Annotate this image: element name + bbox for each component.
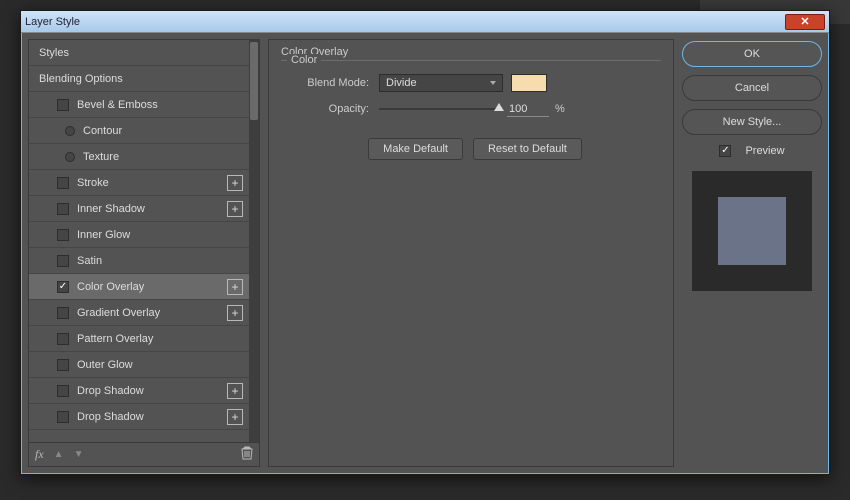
style-row-stroke[interactable]: Stroke + [29, 170, 249, 196]
style-label: Inner Glow [77, 229, 130, 241]
style-row-inner-shadow[interactable]: Inner Shadow + [29, 196, 249, 222]
group-legend: Color [287, 54, 321, 66]
color-swatch[interactable] [511, 74, 547, 92]
style-label: Color Overlay [77, 281, 144, 293]
close-button[interactable]: ✕ [785, 14, 825, 30]
scrollbar-thumb[interactable] [250, 42, 258, 120]
style-row-bevel-emboss[interactable]: Bevel & Emboss [29, 92, 249, 118]
preview-label: Preview [745, 145, 784, 157]
preview-swatch [718, 197, 786, 265]
style-row-inner-glow[interactable]: Inner Glow [29, 222, 249, 248]
style-checkbox[interactable] [57, 203, 69, 215]
style-label: Drop Shadow [77, 385, 144, 397]
add-effect-icon[interactable]: + [227, 279, 243, 295]
add-effect-icon[interactable]: + [227, 175, 243, 191]
style-label: Outer Glow [77, 359, 133, 371]
preview-toggle[interactable]: Preview [682, 145, 822, 157]
style-label: Styles [39, 47, 69, 59]
style-row-contour[interactable]: Contour [29, 118, 249, 144]
opacity-slider-thumb[interactable] [494, 103, 504, 111]
opacity-unit: % [555, 103, 565, 115]
style-row-gradient-overlay[interactable]: Gradient Overlay + [29, 300, 249, 326]
style-label: Contour [83, 125, 122, 137]
style-label: Stroke [77, 177, 109, 189]
move-up-icon[interactable]: ▲ [54, 449, 64, 460]
style-checkbox[interactable] [57, 281, 69, 293]
style-row-outer-glow[interactable]: Outer Glow [29, 352, 249, 378]
style-checkbox[interactable] [57, 411, 69, 423]
style-row-styles[interactable]: Styles [29, 40, 249, 66]
trash-icon[interactable] [241, 446, 253, 463]
style-checkbox[interactable] [57, 255, 69, 267]
opacity-slider[interactable] [379, 108, 499, 110]
blend-mode-label: Blend Mode: [289, 77, 379, 89]
add-effect-icon[interactable]: + [227, 409, 243, 425]
preview-checkbox[interactable] [719, 145, 731, 157]
style-label: Blending Options [39, 73, 123, 85]
fx-label: fx [35, 447, 44, 462]
style-row-drop-shadow[interactable]: Drop Shadow + [29, 378, 249, 404]
dialog-title: Layer Style [25, 16, 80, 28]
add-effect-icon[interactable]: + [227, 201, 243, 217]
styles-list: Styles Blending Options Bevel & Emboss Cont… [29, 40, 249, 442]
ok-button[interactable]: OK [682, 41, 822, 67]
dialog-body: Styles Blending Options Bevel & Emboss Cont… [21, 33, 829, 474]
style-checkbox[interactable] [57, 99, 69, 111]
add-effect-icon[interactable]: + [227, 305, 243, 321]
opacity-label: Opacity: [289, 103, 379, 115]
style-checkbox[interactable] [57, 359, 69, 371]
layer-style-dialog: Layer Style ✕ Styles Blending Options Beve… [20, 10, 830, 475]
add-effect-icon[interactable]: + [227, 383, 243, 399]
cancel-button[interactable]: Cancel [682, 75, 822, 101]
panel-title: Color Overlay [281, 46, 661, 58]
color-group: Color Blend Mode: Divide Opacity: [281, 60, 661, 160]
styles-footer: fx ▲ ▼ [28, 443, 260, 467]
style-checkbox[interactable] [57, 177, 69, 189]
style-row-color-overlay[interactable]: Color Overlay + [29, 274, 249, 300]
style-row-texture[interactable]: Texture [29, 144, 249, 170]
styles-scroll: Styles Blending Options Bevel & Emboss Cont… [28, 39, 260, 443]
style-checkbox[interactable] [57, 333, 69, 345]
style-row-pattern-overlay[interactable]: Pattern Overlay [29, 326, 249, 352]
style-checkbox[interactable] [57, 307, 69, 319]
make-default-button[interactable]: Make Default [368, 138, 463, 160]
style-row-satin[interactable]: Satin [29, 248, 249, 274]
style-label: Satin [77, 255, 102, 267]
blend-mode-dropdown[interactable]: Divide [379, 74, 503, 92]
preview-box [692, 171, 812, 291]
style-label: Gradient Overlay [77, 307, 160, 319]
styles-panel: Styles Blending Options Bevel & Emboss Cont… [28, 39, 260, 467]
style-checkbox[interactable] [57, 385, 69, 397]
style-label: Bevel & Emboss [77, 99, 158, 111]
reset-default-button[interactable]: Reset to Default [473, 138, 582, 160]
style-row-blending-options[interactable]: Blending Options [29, 66, 249, 92]
opacity-input[interactable] [507, 101, 549, 117]
style-checkbox[interactable] [57, 229, 69, 241]
style-label: Inner Shadow [77, 203, 145, 215]
new-style-button[interactable]: New Style... [682, 109, 822, 135]
style-radio[interactable] [65, 152, 75, 162]
scrollbar[interactable] [249, 40, 259, 442]
close-icon: ✕ [800, 15, 809, 28]
style-row-drop-shadow[interactable]: Drop Shadow + [29, 404, 249, 430]
blend-mode-value: Divide [386, 77, 417, 89]
options-panel: Color Overlay Color Blend Mode: Divide O… [268, 39, 674, 467]
style-label: Pattern Overlay [77, 333, 153, 345]
style-radio[interactable] [65, 126, 75, 136]
titlebar[interactable]: Layer Style ✕ [21, 11, 829, 33]
move-down-icon[interactable]: ▼ [74, 449, 84, 460]
style-label: Texture [83, 151, 119, 163]
action-panel: OK Cancel New Style... Preview [682, 39, 822, 467]
style-label: Drop Shadow [77, 411, 144, 423]
